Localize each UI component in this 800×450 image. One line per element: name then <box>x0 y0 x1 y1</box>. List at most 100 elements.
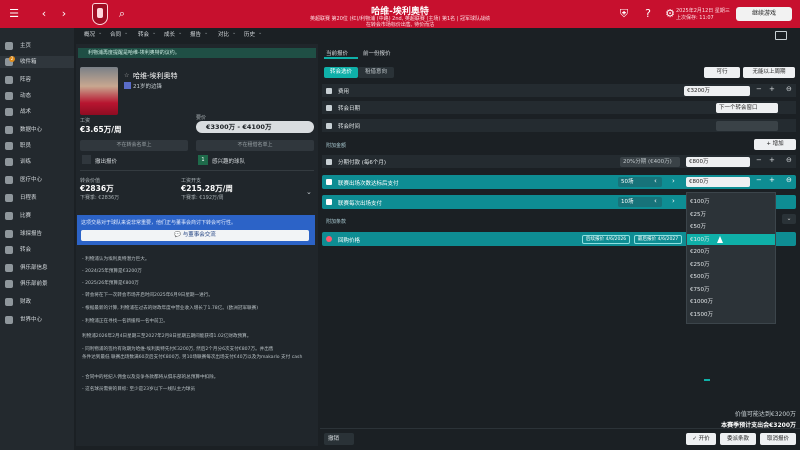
installments-input[interactable]: €800万 <box>686 157 750 167</box>
subtab-transfer[interactable]: 转会选价 <box>324 67 358 78</box>
nav-item-3[interactable]: 成长 <box>164 30 175 38</box>
chevron-right-icon[interactable]: › <box>672 177 675 185</box>
nav-item-6[interactable]: 历史 <box>244 30 255 38</box>
dropdown-option[interactable]: €200万 <box>690 247 774 255</box>
make-offer-button[interactable]: ✓ 开价 <box>686 433 716 445</box>
feasible-button[interactable]: 可行 <box>704 67 740 78</box>
dropdown-option[interactable]: €50万 <box>690 222 774 230</box>
chevron-down-icon: ⌄ <box>232 30 237 36</box>
sidebar-item-6[interactable]: 职员 <box>0 140 74 152</box>
minus-icon[interactable]: − <box>756 85 762 93</box>
plus-icon[interactable]: + <box>769 85 775 93</box>
sidebar-item-label: 职员 <box>20 143 32 149</box>
sidebar-item-9[interactable]: 日程表 <box>0 192 74 204</box>
tab-previous-offer[interactable]: 前一份报价 <box>363 49 391 57</box>
transfer-date-select[interactable]: 下一个转会窗口 <box>716 103 778 113</box>
nav-item-4[interactable]: 报告 <box>190 30 201 38</box>
close-icon[interactable]: ⊖ <box>786 156 792 164</box>
plus-icon[interactable]: + <box>769 156 775 164</box>
fee-input[interactable]: €3200万 <box>684 86 750 96</box>
installments-period[interactable]: 20%分期 (€400万) <box>620 157 680 167</box>
shield-icon[interactable]: ⛨ <box>618 0 630 28</box>
transfer-list-button[interactable]: 不在转会名单上 <box>80 140 188 151</box>
chevron-down-icon: ⌄ <box>98 30 103 36</box>
remove-icon[interactable] <box>326 236 332 242</box>
menu-icon[interactable]: ☰ <box>4 0 24 28</box>
sidebar-item-3[interactable]: 动态 <box>0 90 74 102</box>
help-icon[interactable]: ? <box>642 0 654 28</box>
sidebar-item-7[interactable]: 训练 <box>0 156 74 168</box>
screen-icon[interactable] <box>775 31 787 40</box>
minus-icon[interactable]: − <box>756 156 762 164</box>
match-icon <box>5 212 13 220</box>
additional-terms-label: 附加条款 <box>326 219 347 225</box>
sidebar-item-2[interactable]: 阵容 <box>0 74 74 86</box>
sidebar-item-11[interactable]: 球探报告 <box>0 228 74 240</box>
dropdown-option[interactable]: €100万 <box>690 235 774 243</box>
transfer-value-sub: 下赛季: €2836万 <box>80 195 120 201</box>
close-icon[interactable]: ⊖ <box>786 176 792 184</box>
sidebar-item-15[interactable]: 财政 <box>0 296 74 308</box>
dropdown-option[interactable]: €100万 <box>690 197 774 205</box>
subtab-loan[interactable]: 租借意向 <box>358 67 394 78</box>
close-icon[interactable]: ⊖ <box>786 85 792 93</box>
add-button[interactable]: + 增加 <box>754 139 796 150</box>
minus-icon[interactable]: − <box>756 176 762 184</box>
sidebar-item-12[interactable]: 转会 <box>0 244 74 256</box>
nav-item-0[interactable]: 概况 <box>84 30 95 38</box>
sidebar-item-5[interactable]: 数据中心 <box>0 124 74 136</box>
chevron-down-icon: ⌄ <box>178 30 183 36</box>
gear-icon[interactable]: ⚙ <box>664 0 676 28</box>
dropdown-option[interactable]: €25万 <box>690 210 774 218</box>
sidebar-item-label: 医疗中心 <box>20 177 43 183</box>
sidebar-item-0[interactable]: 主页 <box>0 40 74 52</box>
undo-button[interactable]: 撤销 <box>324 433 354 445</box>
home-icon <box>5 42 13 50</box>
sidebar-item-4[interactable]: 战术 <box>0 106 74 118</box>
plus-icon[interactable]: + <box>769 176 775 184</box>
chevron-right-icon[interactable]: › <box>58 0 70 28</box>
chevron-down-icon[interactable]: ⌄ <box>306 188 312 196</box>
chevron-left-icon[interactable]: ‹ <box>654 197 657 205</box>
chevron-left-icon[interactable]: ‹ <box>654 177 657 185</box>
interested-clubs-button[interactable]: 感兴趣的球队 <box>212 157 245 165</box>
world-icon <box>5 316 13 324</box>
nav-item-5[interactable]: 对比 <box>218 30 229 38</box>
nav-item-1[interactable]: 合同 <box>110 30 121 38</box>
sidebar-item-16[interactable]: 世界中心 <box>0 314 74 326</box>
sidebar-item-10[interactable]: 比赛 <box>0 210 74 222</box>
withdraw-offer-button[interactable]: 撤出报价 <box>95 157 117 165</box>
sidebar-item-label: 训练 <box>20 159 32 165</box>
cancel-offer-button[interactable]: 取消报价 <box>760 433 796 445</box>
chevron-down-icon[interactable]: ⌄ <box>782 214 796 224</box>
search-icon[interactable]: ⌕ <box>116 0 128 28</box>
nav-item-2[interactable]: 转会 <box>138 30 149 38</box>
chevron-left-icon[interactable]: ‹ <box>38 0 50 28</box>
tab-current-offer[interactable]: 当前报价 <box>326 49 348 57</box>
club-crest-logo[interactable] <box>92 3 108 25</box>
chevron-down-icon: ⌄ <box>152 30 157 36</box>
dropdown-option[interactable]: €1500万 <box>690 310 774 318</box>
dropdown-option[interactable]: €500万 <box>690 272 774 280</box>
transfer-time-select[interactable] <box>716 121 778 131</box>
buyback-pill-2[interactable]: 最后报价 4/6/2027 <box>634 235 682 244</box>
sidebar-item-13[interactable]: 俱乐部信息 <box>0 262 74 274</box>
period-button[interactable]: 无能以上周期 <box>743 67 795 78</box>
sidebar-item-1[interactable]: 2 收件箱 <box>0 56 74 68</box>
note-line: - 2025/26年预算是€800万 <box>82 281 139 286</box>
buyback-pill-1[interactable]: 后续报价 4/6/2026 <box>582 235 630 244</box>
loan-list-button[interactable]: 不在租借名单上 <box>196 140 314 151</box>
continue-button[interactable]: 继续游戏 <box>736 7 792 21</box>
divider <box>80 170 314 171</box>
squad-icon <box>5 76 13 84</box>
sidebar-item-8[interactable]: 医疗中心 <box>0 174 74 186</box>
chevron-right-icon[interactable]: › <box>672 197 675 205</box>
bonus-appearances-value[interactable]: €800万 <box>686 177 750 187</box>
dropdown-option[interactable]: €250万 <box>690 260 774 268</box>
wage-label: 工资 <box>80 118 91 124</box>
talk-to-board-button[interactable]: 💬 与董事会交流 <box>81 230 309 241</box>
delegate-button[interactable]: 委派条款 <box>720 433 756 445</box>
dropdown-option[interactable]: €750万 <box>690 285 774 293</box>
dropdown-option[interactable]: €1000万 <box>690 297 774 305</box>
sidebar-item-14[interactable]: 俱乐部前景 <box>0 278 74 290</box>
